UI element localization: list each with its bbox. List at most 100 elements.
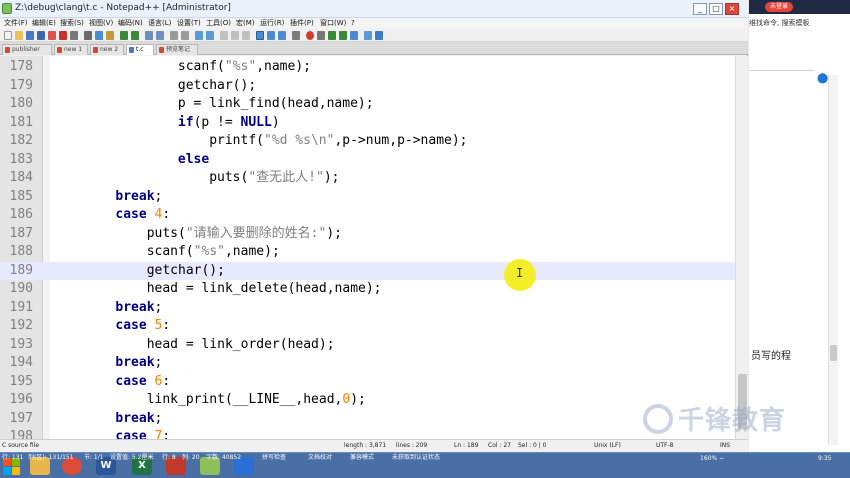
- play-macro-icon[interactable]: [328, 31, 336, 40]
- background-app-scrollbar[interactable]: [828, 75, 838, 445]
- code-editor[interactable]: 178 scanf("%s",name); 179 getchar(); 180 p…: [0, 56, 735, 439]
- save-icon[interactable]: [26, 31, 34, 40]
- print-icon[interactable]: [70, 31, 78, 40]
- new-file-icon[interactable]: [4, 31, 12, 40]
- tab-new-1[interactable]: new 1: [54, 44, 88, 55]
- code-line[interactable]: 198 case 7:: [0, 428, 735, 439]
- code-line[interactable]: 193 head = link_order(head);: [0, 336, 735, 355]
- code-line[interactable]: 180 p = link_find(head,name);: [0, 95, 735, 114]
- paste-icon[interactable]: [106, 31, 114, 40]
- clock[interactable]: 9:35: [818, 455, 831, 462]
- show-all-chars-icon[interactable]: [231, 31, 239, 40]
- scrollbar-thumb[interactable]: [830, 345, 837, 361]
- tab-new-2[interactable]: new 2: [90, 44, 124, 55]
- code-line[interactable]: 184 puts("查无此人!");: [0, 169, 735, 188]
- menu-view[interactable]: 视图(V): [89, 18, 113, 29]
- sync-vertical-icon[interactable]: [195, 31, 203, 40]
- code-line[interactable]: 196 link_print(__LINE__,head,0);: [0, 391, 735, 410]
- code-text[interactable]: break;: [115, 410, 162, 429]
- code-line[interactable]: 181 if(p != NULL): [0, 114, 735, 133]
- menu-file[interactable]: 文件(F): [4, 18, 28, 29]
- code-line[interactable]: 182 printf("%d %s\n",p->num,p->name);: [0, 132, 735, 151]
- tab-t-c[interactable]: t.c: [126, 44, 154, 55]
- code-line[interactable]: 194 break;: [0, 354, 735, 373]
- menu-run[interactable]: 运行(R): [260, 18, 284, 29]
- monitoring-icon[interactable]: [292, 31, 300, 40]
- doc-map-icon[interactable]: [256, 31, 264, 40]
- menu-search[interactable]: 搜索(S): [60, 18, 84, 29]
- indent-guide-icon[interactable]: [242, 31, 250, 40]
- folder-as-workspace-icon[interactable]: [278, 31, 286, 40]
- menu-help[interactable]: ?: [351, 18, 355, 29]
- menu-language[interactable]: 语言(L): [148, 18, 171, 29]
- sync-horizontal-icon[interactable]: [206, 31, 214, 40]
- code-text[interactable]: printf("%d %s\n",p->num,p->name);: [147, 132, 467, 151]
- menu-window[interactable]: 窗口(W): [320, 18, 346, 29]
- minimize-button[interactable]: _: [693, 3, 707, 15]
- function-list-icon[interactable]: [267, 31, 275, 40]
- code-text[interactable]: p = link_find(head,name);: [147, 95, 374, 114]
- menu-macro[interactable]: 宏(M): [236, 18, 255, 29]
- code-text[interactable]: getchar();: [147, 77, 256, 96]
- menu-edit[interactable]: 编辑(E): [32, 18, 56, 29]
- run-icon[interactable]: [375, 31, 383, 40]
- code-line[interactable]: 191 break;: [0, 299, 735, 318]
- undo-icon[interactable]: [120, 31, 128, 40]
- close-file-icon[interactable]: [48, 31, 56, 40]
- open-file-icon[interactable]: [15, 31, 23, 40]
- word-wrap-icon[interactable]: [220, 31, 228, 40]
- save-all-icon[interactable]: [37, 31, 45, 40]
- menu-tools[interactable]: 工具(O): [206, 18, 231, 29]
- command-search-hint[interactable]: 维找命令, 搜索模板: [749, 18, 809, 28]
- title-bar[interactable]: Z:\debug\clang\t.c - Notepad++ [Administ…: [0, 0, 748, 18]
- code-text[interactable]: else: [147, 151, 209, 170]
- redo-icon[interactable]: [131, 31, 139, 40]
- menu-encoding[interactable]: 编码(N): [118, 18, 143, 29]
- copy-icon[interactable]: [95, 31, 103, 40]
- login-badge[interactable]: 未登录: [765, 2, 793, 12]
- code-line[interactable]: 187 puts("请输入要删除的姓名:");: [0, 225, 735, 244]
- code-line[interactable]: 178 scanf("%s",name);: [0, 58, 735, 77]
- code-text[interactable]: case 4:: [115, 206, 170, 225]
- zoom-out-icon[interactable]: [181, 31, 189, 40]
- menu-plugins[interactable]: 插件(P): [290, 18, 314, 29]
- close-button[interactable]: ×: [725, 3, 739, 15]
- code-text[interactable]: break;: [115, 354, 162, 373]
- zoom-in-icon[interactable]: [170, 31, 178, 40]
- close-all-icon[interactable]: [59, 31, 67, 40]
- code-text[interactable]: link_print(__LINE__,head,0);: [115, 391, 366, 410]
- code-text[interactable]: head = link_order(head);: [115, 336, 335, 355]
- tab-preview-notes[interactable]: 预览笔记: [156, 44, 198, 55]
- status-eol[interactable]: Unix (LF): [594, 442, 621, 449]
- word-status-spellcheck[interactable]: 拼写检查: [262, 452, 286, 461]
- code-line[interactable]: 188 scanf("%s",name);: [0, 243, 735, 262]
- replace-icon[interactable]: [156, 31, 164, 40]
- code-line[interactable]: 195 case 6:: [0, 373, 735, 392]
- code-line[interactable]: 189 getchar();: [0, 261, 735, 281]
- plugin-icon[interactable]: [364, 31, 372, 40]
- run-macro-multiple-icon[interactable]: [339, 31, 347, 40]
- code-text[interactable]: if(p != NULL): [147, 114, 280, 133]
- code-text[interactable]: case 7:: [115, 428, 170, 439]
- maximize-button[interactable]: □: [709, 3, 723, 15]
- status-encoding[interactable]: UTF-8: [656, 442, 674, 449]
- code-line[interactable]: 186 case 4:: [0, 206, 735, 225]
- code-text[interactable]: case 5:: [115, 317, 170, 336]
- code-text[interactable]: scanf("%s",name);: [115, 243, 280, 262]
- code-text[interactable]: getchar();: [115, 262, 225, 281]
- code-text[interactable]: case 6:: [115, 373, 170, 392]
- code-text[interactable]: head = link_delete(head,name);: [115, 280, 382, 299]
- tab-publisher[interactable]: publisher: [2, 44, 52, 55]
- code-text[interactable]: break;: [115, 299, 162, 318]
- find-icon[interactable]: [145, 31, 153, 40]
- save-macro-icon[interactable]: [350, 31, 358, 40]
- code-line[interactable]: 185 break;: [0, 188, 735, 207]
- code-text[interactable]: break;: [115, 188, 162, 207]
- code-line[interactable]: 192 case 5:: [0, 317, 735, 336]
- zoom-level[interactable]: 160% −: [700, 455, 724, 462]
- word-status-proofread[interactable]: 文档校对: [308, 452, 332, 461]
- record-macro-icon[interactable]: [306, 31, 314, 40]
- vertical-scrollbar[interactable]: [735, 56, 748, 439]
- menu-settings[interactable]: 设置(T): [177, 18, 201, 29]
- code-line[interactable]: 190 head = link_delete(head,name);: [0, 280, 735, 299]
